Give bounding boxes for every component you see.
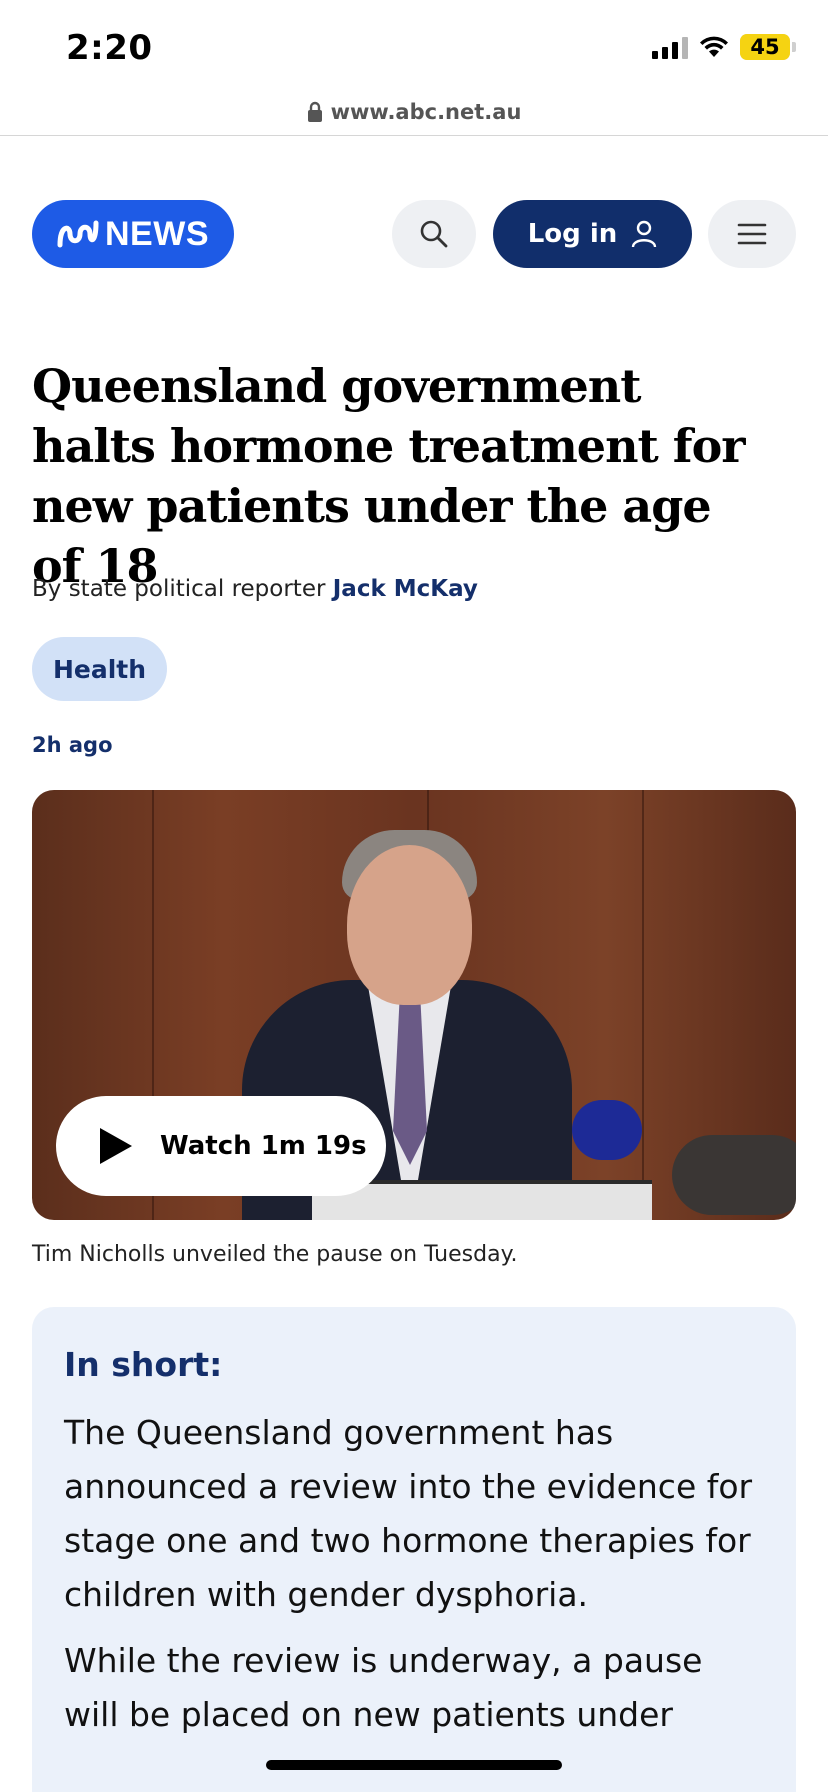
abc-logo-icon	[57, 220, 99, 248]
battery-level: 45	[750, 35, 780, 59]
status-icons: 45	[652, 34, 796, 60]
url-bar[interactable]: www.abc.net.au	[0, 88, 828, 136]
home-indicator[interactable]	[266, 1760, 562, 1770]
cellular-signal-icon	[652, 35, 688, 59]
watch-video-button[interactable]: Watch 1m 19s	[56, 1096, 386, 1196]
watch-label: Watch 1m 19s	[160, 1131, 367, 1161]
in-short-box: In short: The Queensland government has …	[32, 1307, 796, 1792]
logo-text: NEWS	[105, 214, 209, 253]
abc-news-logo[interactable]: NEWS	[32, 200, 234, 268]
login-label: Log in	[527, 219, 618, 249]
video-player[interactable]: Watch 1m 19s	[32, 790, 796, 1220]
video-caption: Tim Nicholls unveiled the pause on Tuesd…	[32, 1242, 518, 1267]
microphone	[572, 1100, 642, 1160]
battery-icon: 45	[740, 34, 790, 60]
published-time: 2h ago	[32, 733, 113, 757]
author-link[interactable]: Jack McKay	[333, 576, 478, 602]
status-bar: 2:20 45	[0, 0, 828, 92]
byline-prefix: By state political reporter	[32, 576, 326, 602]
site-header: NEWS Log in	[32, 200, 796, 268]
url-text: www.abc.net.au	[330, 99, 522, 124]
in-short-paragraph: The Queensland government has announced …	[64, 1413, 753, 1614]
hamburger-menu-icon	[737, 223, 767, 245]
topic-tag-health[interactable]: Health	[32, 637, 167, 701]
article-headline: Queensland government halts hormone trea…	[32, 359, 745, 593]
search-icon	[420, 220, 448, 248]
lock-icon	[307, 101, 322, 122]
battery-nub	[792, 42, 796, 52]
play-icon	[100, 1128, 132, 1164]
login-button[interactable]: Log in	[493, 200, 692, 268]
byline: By state political reporter Jack McKay	[32, 576, 478, 602]
in-short-paragraph: While the review is underway, a pause wi…	[64, 1641, 703, 1734]
status-time: 2:20	[66, 28, 153, 68]
in-short-title: In short:	[64, 1345, 223, 1384]
wifi-icon	[700, 36, 728, 57]
menu-button[interactable]	[708, 200, 796, 268]
user-icon	[632, 220, 657, 248]
search-button[interactable]	[392, 200, 476, 268]
